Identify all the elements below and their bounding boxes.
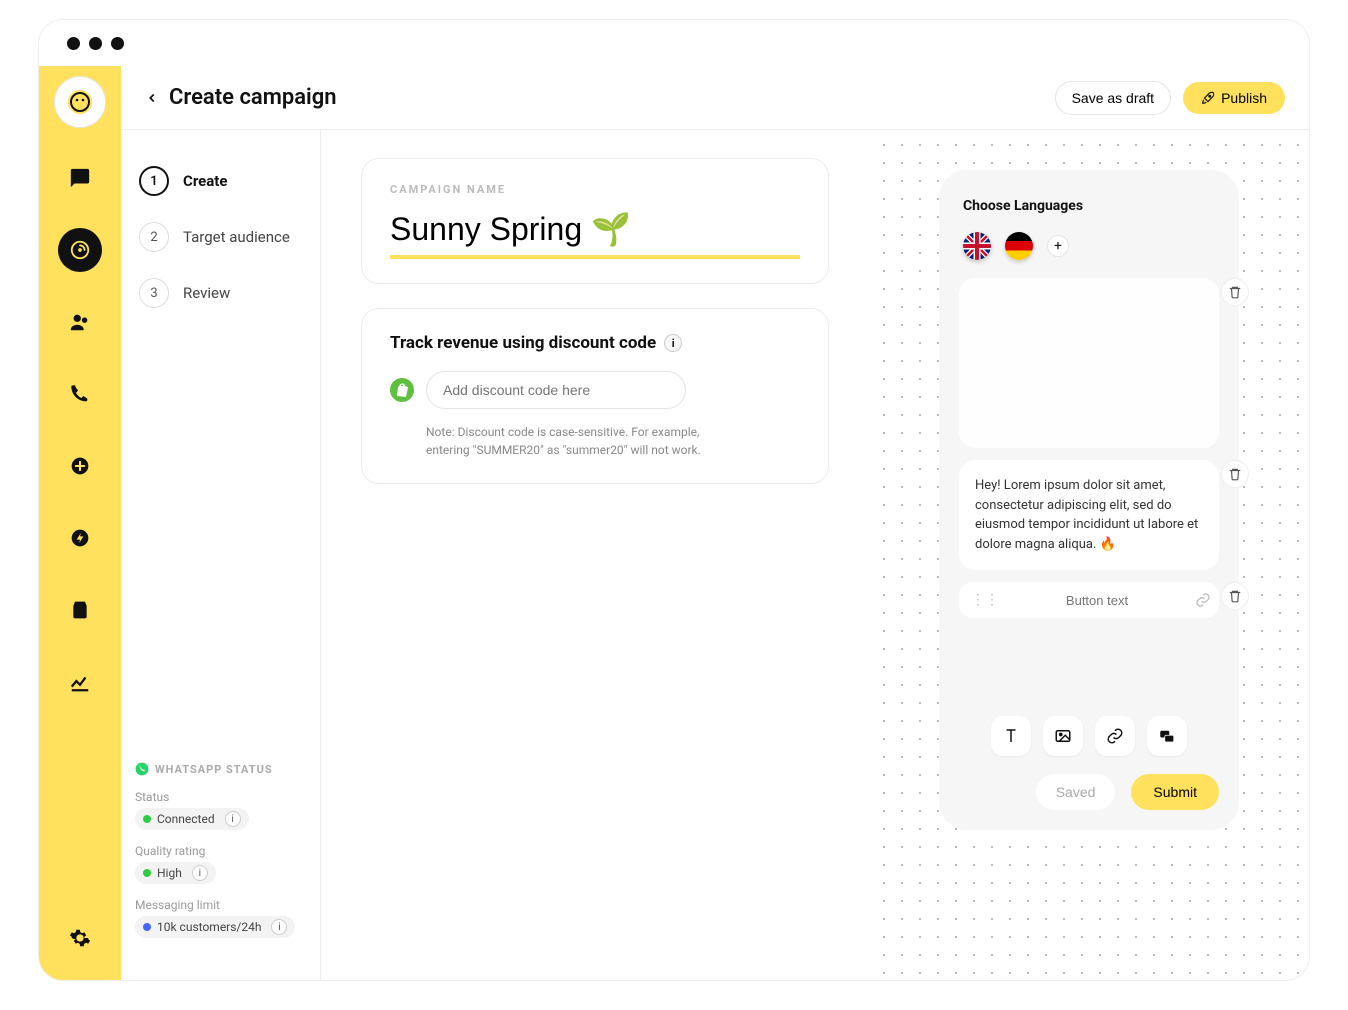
campaign-name-label: CAMPAIGN NAME — [390, 183, 800, 196]
nav-contacts-icon[interactable] — [58, 300, 102, 344]
step-target-audience[interactable]: 2 Target audience — [135, 214, 306, 260]
step-label: Review — [183, 284, 230, 302]
message-block[interactable]: Hey! Lorem ipsum dolor sit amet, consect… — [959, 460, 1219, 570]
publish-button[interactable]: Publish — [1183, 82, 1285, 114]
link-icon[interactable] — [1195, 592, 1211, 608]
nav-calls-icon[interactable] — [58, 372, 102, 416]
discount-title-row: Track revenue using discount code i — [390, 333, 800, 353]
step-number: 1 — [139, 166, 169, 196]
info-icon[interactable]: i — [664, 334, 682, 352]
languages-row: + — [959, 232, 1219, 260]
info-icon[interactable]: i — [271, 919, 287, 935]
language-german-flag-icon[interactable] — [1005, 232, 1033, 260]
add-link-button[interactable] — [1095, 716, 1135, 756]
status-label: Status — [135, 790, 306, 804]
status-value: Connected — [157, 812, 215, 826]
info-icon[interactable]: i — [192, 865, 208, 881]
campaign-name-input[interactable] — [390, 210, 800, 259]
drag-handle-icon[interactable]: ⋮⋮ — [971, 592, 999, 608]
discount-input-row — [390, 371, 800, 409]
save-draft-button[interactable]: Save as draft — [1055, 81, 1172, 115]
delete-message-button[interactable] — [1221, 460, 1249, 488]
limit-chip: 10k customers/24h i — [135, 916, 295, 938]
quality-value: High — [157, 866, 182, 880]
app-window: Create campaign Save as draft Publish 1 … — [39, 20, 1309, 980]
saved-button: Saved — [1036, 774, 1116, 810]
sidebar — [39, 66, 121, 980]
nav-add-icon[interactable] — [58, 444, 102, 488]
message-preview-card: Choose Languages + — [939, 170, 1239, 830]
back-button[interactable] — [145, 91, 169, 105]
nav-shop-icon[interactable] — [58, 588, 102, 632]
step-review[interactable]: 3 Review — [135, 270, 306, 316]
whatsapp-status-panel: WHATSAPP STATUS Status Connected i Quali… — [135, 762, 306, 952]
languages-title: Choose Languages — [959, 198, 1219, 214]
editor-column: CAMPAIGN NAME Track revenue using discou… — [321, 130, 869, 980]
add-image-button[interactable] — [1043, 716, 1083, 756]
step-label: Create — [183, 172, 227, 190]
delete-button-block[interactable] — [1221, 582, 1249, 610]
button-text-input[interactable] — [1009, 593, 1185, 608]
status-dot-icon — [143, 923, 151, 931]
rocket-icon — [1201, 91, 1215, 105]
window-control-zoom[interactable] — [111, 37, 124, 50]
submit-row: Saved Submit — [959, 774, 1219, 810]
app-logo[interactable] — [54, 76, 106, 128]
nav-automation-icon[interactable] — [58, 516, 102, 560]
add-text-button[interactable] — [991, 716, 1031, 756]
window-titlebar — [39, 20, 1309, 66]
nav-analytics-icon[interactable] — [58, 660, 102, 704]
step-label: Target audience — [183, 228, 290, 246]
discount-note: Note: Discount code is case-sensitive. F… — [426, 423, 706, 459]
publish-button-label: Publish — [1221, 90, 1267, 106]
steps-column: 1 Create 2 Target audience 3 Review — [121, 130, 321, 980]
button-block[interactable]: ⋮⋮ — [959, 582, 1219, 618]
language-english-flag-icon[interactable] — [963, 232, 991, 260]
editor-toolbar — [959, 676, 1219, 756]
info-icon[interactable]: i — [225, 811, 241, 827]
discount-card: Track revenue using discount code i Note… — [361, 308, 829, 484]
add-button-button[interactable] — [1147, 716, 1187, 756]
discount-code-input[interactable] — [426, 371, 686, 409]
campaign-name-card: CAMPAIGN NAME — [361, 158, 829, 284]
submit-button[interactable]: Submit — [1131, 774, 1219, 810]
image-block[interactable] — [959, 278, 1219, 448]
whatsapp-icon — [135, 762, 149, 776]
limit-label: Messaging limit — [135, 898, 306, 912]
window-control-minimize[interactable] — [89, 37, 102, 50]
nav-campaigns-icon[interactable] — [58, 228, 102, 272]
status-chip: Connected i — [135, 808, 249, 830]
status-dot-icon — [143, 815, 151, 823]
delete-image-button[interactable] — [1221, 278, 1249, 306]
limit-value: 10k customers/24h — [157, 920, 261, 934]
preview-column: Choose Languages + — [869, 130, 1309, 980]
window-control-close[interactable] — [67, 37, 80, 50]
whatsapp-status-title: WHATSAPP STATUS — [135, 762, 306, 776]
step-create[interactable]: 1 Create — [135, 158, 306, 204]
step-number: 3 — [139, 278, 169, 308]
nav-settings-icon[interactable] — [58, 916, 102, 960]
quality-label: Quality rating — [135, 844, 306, 858]
step-number: 2 — [139, 222, 169, 252]
status-dot-icon — [143, 869, 151, 877]
discount-title: Track revenue using discount code — [390, 333, 656, 353]
shopify-icon — [390, 378, 414, 402]
quality-chip: High i — [135, 862, 216, 884]
topbar: Create campaign Save as draft Publish — [121, 66, 1309, 130]
message-text: Hey! Lorem ipsum dolor sit amet, consect… — [975, 478, 1198, 552]
add-language-button[interactable]: + — [1047, 235, 1069, 257]
nav-chat-icon[interactable] — [58, 156, 102, 200]
page-title: Create campaign — [169, 85, 337, 110]
